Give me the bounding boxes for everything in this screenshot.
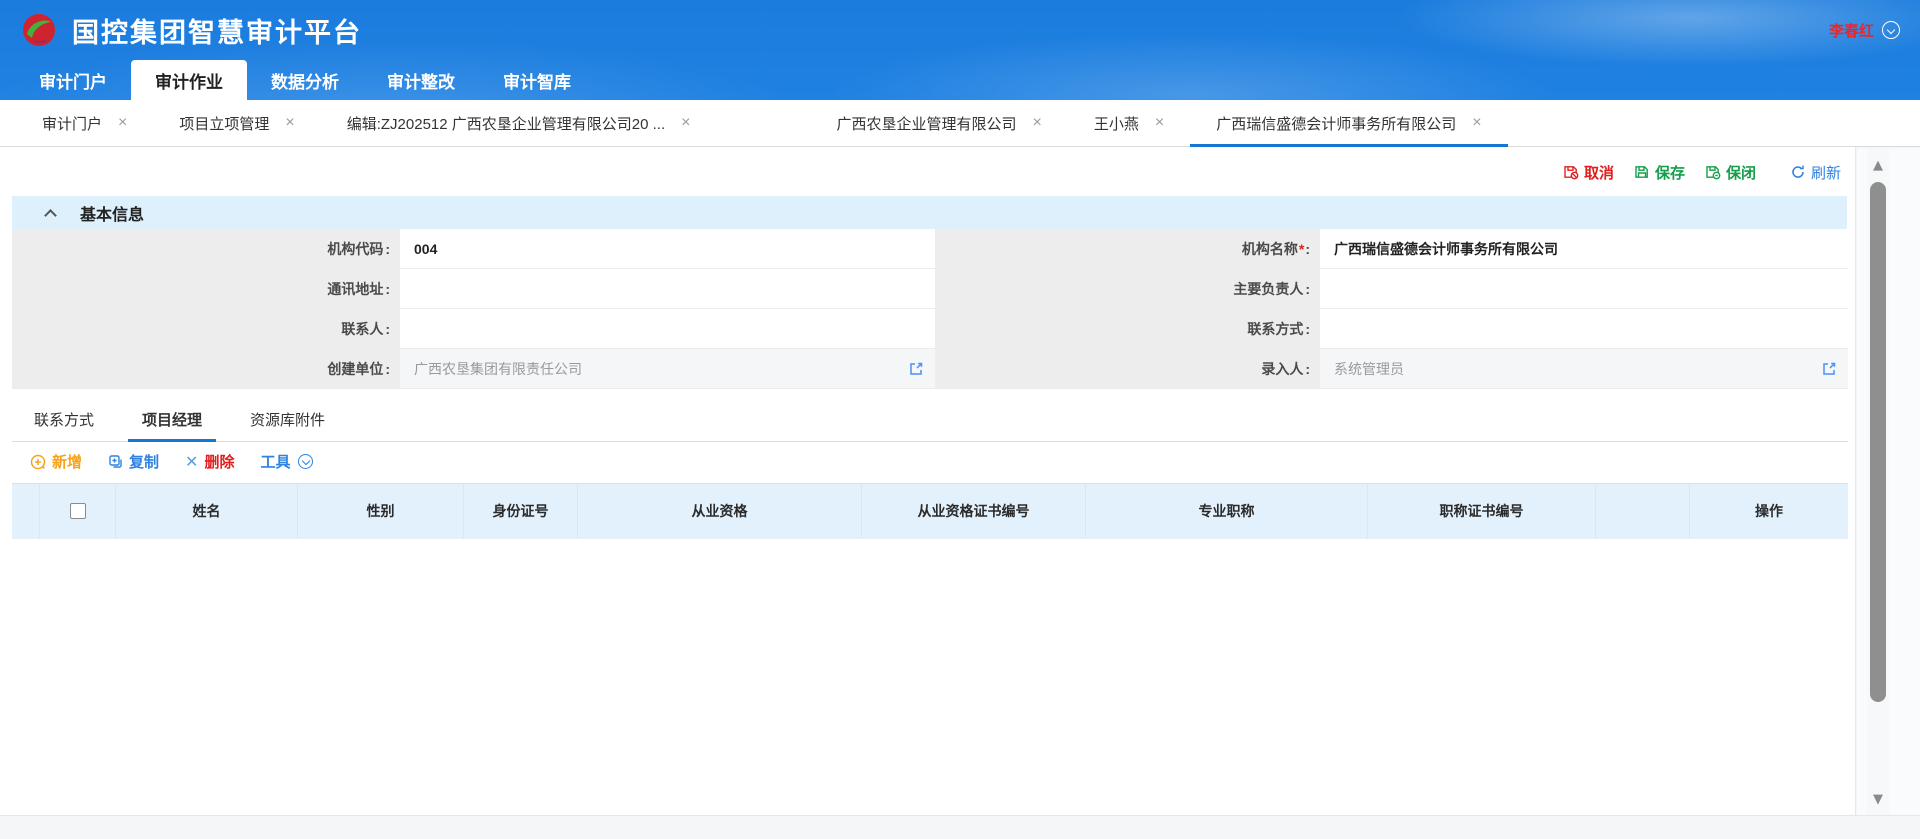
user-menu[interactable]: 李春红 (1829, 20, 1900, 41)
form-row: 通讯地址: 主要负责人: (12, 269, 1848, 309)
delete-x-icon: ✕ (185, 453, 199, 471)
copy-button[interactable]: 复制 (108, 451, 159, 472)
contact-person-field[interactable] (400, 309, 935, 348)
cancel-save-icon (1564, 166, 1579, 180)
refresh-icon (1792, 165, 1804, 178)
org-name-label: 机构名称 *: (935, 229, 1320, 268)
address-field[interactable] (400, 269, 935, 308)
app-logo-icon (23, 14, 55, 46)
form-row: 创建单位: 广西农垦集团有限责任公司 录入人: 系统管理员 (12, 349, 1848, 389)
column-qualification: 从业资格 (578, 484, 862, 538)
column-gender: 性别 (298, 484, 464, 538)
basic-info-form: 机构代码: 004 机构名称 *: 广西瑞信盛德会计师事务所有限公司 通讯地址: … (12, 229, 1848, 389)
close-icon[interactable]: × (285, 115, 294, 131)
table-body-empty (12, 539, 1848, 809)
address-label: 通讯地址: (12, 269, 400, 308)
doc-tab-audit-portal[interactable]: 审计门户 × (16, 100, 153, 146)
bottom-strip (0, 815, 1920, 839)
scroll-down-icon[interactable]: ▼ (1867, 792, 1889, 807)
primary-nav: 审计门户 审计作业 数据分析 审计整改 审计智库 (0, 60, 1920, 100)
app-header-area: 国控集团智慧审计平台 李春红 审计门户 审计作业 数据分析 审计整改 审计智库 (0, 0, 1920, 100)
save-icon (1635, 166, 1648, 178)
close-icon[interactable]: × (1033, 115, 1042, 131)
action-buttons: 取消 保存 保闭 刷新 (12, 158, 1847, 186)
column-id-number: 身份证号 (464, 484, 578, 538)
entered-by-label: 录入人: (935, 349, 1320, 388)
column-qualification-cert-no: 从业资格证书编号 (862, 484, 1086, 538)
select-all-column (40, 484, 116, 538)
app-title: 国控集团智慧审计平台 (72, 17, 362, 48)
copy-icon (109, 455, 122, 468)
table-header: 姓名 性别 身份证号 从业资格 从业资格证书编号 专业职称 职称证书编号 操作 (12, 483, 1848, 539)
doc-tab-gx-nongken[interactable]: 广西农垦企业管理有限公司 × (810, 100, 1067, 146)
scroll-up-icon[interactable]: ▲ (1867, 158, 1889, 173)
nav-item-audit-knowledge[interactable]: 审计智库 (479, 60, 595, 100)
vertical-scrollbar: ▲ ▼ (1857, 148, 1920, 815)
column-operation: 操作 (1755, 503, 1783, 519)
basic-info-section-header[interactable]: 基本信息 (12, 196, 1847, 229)
form-row: 机构代码: 004 机构名称 *: 广西瑞信盛德会计师事务所有限公司 (12, 229, 1848, 269)
detail-subtabs: 联系方式 项目经理 资源库附件 (12, 397, 1848, 442)
delete-button[interactable]: ✕ 删除 (185, 451, 234, 472)
form-row: 联系人: 联系方式: (12, 309, 1848, 349)
table-toolbar: 新增 复制 ✕ 删除 工具 (12, 442, 1847, 481)
column-blank (1596, 484, 1690, 538)
collapse-chevron-up-icon[interactable] (46, 208, 56, 218)
nav-item-audit-portal[interactable]: 审计门户 (15, 60, 131, 100)
doc-tab-ruixin-shengde[interactable]: 广西瑞信盛德会计师事务所有限公司 × (1190, 100, 1508, 147)
contact-method-field[interactable] (1320, 309, 1848, 348)
refresh-button[interactable]: 刷新 (1790, 162, 1841, 183)
close-icon[interactable]: × (681, 115, 690, 131)
nav-item-audit-rectify[interactable]: 审计整改 (363, 60, 479, 100)
user-name: 李春红 (1828, 22, 1874, 40)
org-code-label: 机构代码: (12, 229, 400, 268)
add-button[interactable]: 新增 (30, 451, 82, 472)
close-icon[interactable]: × (1472, 115, 1481, 131)
contact-method-label: 联系方式: (935, 309, 1320, 348)
external-link-icon[interactable] (1822, 362, 1836, 376)
org-name-field[interactable]: 广西瑞信盛德会计师事务所有限公司 (1320, 229, 1848, 268)
create-unit-field: 广西农垦集团有限责任公司 (400, 349, 935, 388)
entered-by-field: 系统管理员 (1320, 349, 1848, 388)
app-header: 国控集团智慧审计平台 李春红 (0, 0, 1920, 60)
principal-label: 主要负责人: (935, 269, 1320, 308)
nav-item-data-analysis[interactable]: 数据分析 (247, 60, 363, 100)
contact-person-label: 联系人: (12, 309, 400, 348)
column-title-cert-no: 职称证书编号 (1368, 484, 1596, 538)
org-code-field[interactable]: 004 (400, 229, 935, 268)
scrollbar-thumb[interactable] (1870, 182, 1886, 702)
save-button[interactable]: 保存 (1634, 162, 1685, 183)
save-close-icon (1706, 166, 1721, 180)
principal-field[interactable] (1320, 269, 1848, 308)
row-spacer-column (12, 484, 40, 538)
document-tabbar: 审计门户 × 项目立项管理 × 编辑:ZJ202512 广西农垦企业管理有限公司… (0, 100, 1920, 147)
column-professional-title: 专业职称 (1086, 484, 1368, 538)
subtab-repository-attachments[interactable]: 资源库附件 (236, 397, 339, 441)
create-unit-label: 创建单位: (12, 349, 400, 388)
nav-item-audit-work[interactable]: 审计作业 (131, 60, 247, 100)
doc-tab-project-approval[interactable]: 项目立项管理 × (153, 100, 320, 146)
column-name: 姓名 (116, 484, 298, 538)
user-chevron-down-icon[interactable] (1882, 21, 1900, 39)
content-panel: 取消 保存 保闭 刷新 基本信息 机构代码: 004 机构名称 *: 广西瑞… (0, 147, 1856, 815)
tools-button[interactable]: 工具 (260, 451, 314, 472)
add-circle-icon (30, 454, 46, 469)
close-icon[interactable]: × (118, 115, 127, 131)
select-all-checkbox[interactable] (69, 503, 86, 519)
close-icon[interactable]: × (1155, 115, 1164, 131)
doc-tab-wangxiaoyan[interactable]: 王小燕 × (1068, 100, 1190, 146)
section-title: 基本信息 (80, 206, 145, 224)
tools-chevron-down-icon (298, 454, 314, 469)
doc-tab-edit-zj202512[interactable]: 编辑:ZJ202512 广西农垦企业管理有限公司20 ... × (321, 100, 731, 146)
external-link-icon[interactable] (909, 362, 923, 376)
cancel-button[interactable]: 取消 (1563, 162, 1614, 183)
save-close-button[interactable]: 保闭 (1705, 162, 1756, 183)
subtab-project-manager[interactable]: 项目经理 (128, 397, 217, 442)
subtab-contact-method[interactable]: 联系方式 (20, 397, 108, 441)
page: 国控集团智慧审计平台 李春红 审计门户 审计作业 数据分析 审计整改 审计智库 … (0, 0, 1920, 839)
